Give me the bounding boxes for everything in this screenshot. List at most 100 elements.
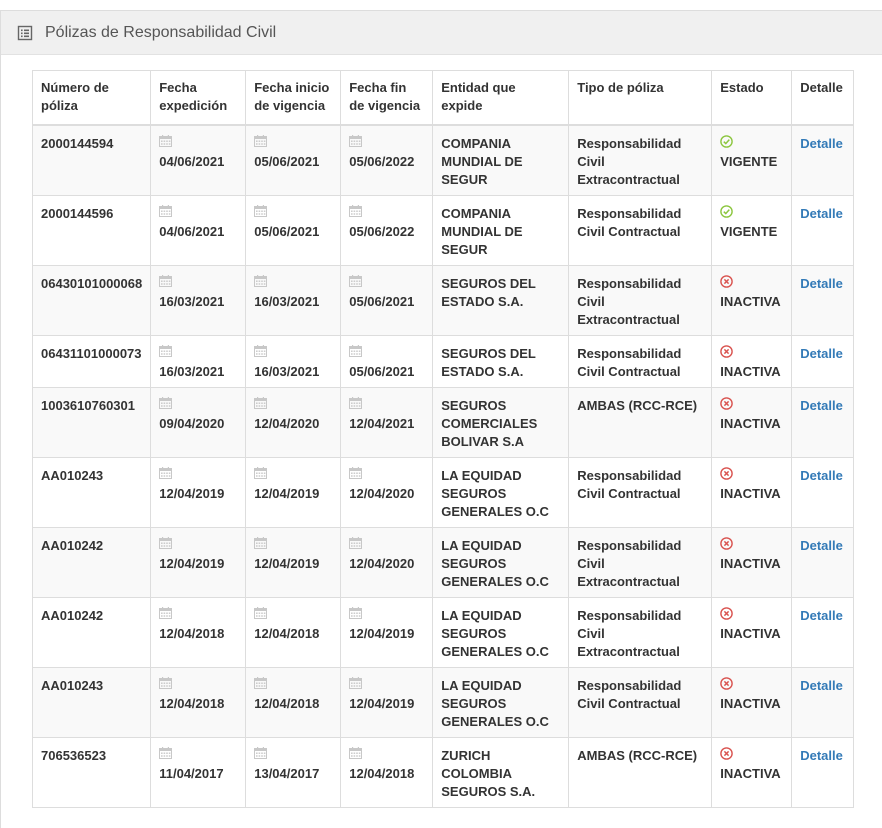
end-date: 12/04/2019: [349, 625, 415, 641]
calendar-icon: [159, 676, 173, 689]
cell-expedicion: 12/04/2019: [150, 526, 247, 598]
polizas-table: Número de póliza Fecha expedición Fecha …: [31, 70, 855, 808]
cell-fin: 12/04/2019: [340, 596, 434, 668]
calendar-icon: [349, 746, 363, 759]
calendar-icon: [254, 676, 268, 689]
detail-link[interactable]: Detalle: [800, 206, 843, 221]
calendar-icon: [159, 274, 173, 287]
calendar-icon: [254, 536, 268, 549]
detail-link[interactable]: Detalle: [800, 468, 843, 483]
end-date: 12/04/2020: [349, 555, 415, 571]
cell-numero: 06430101000068: [31, 264, 152, 336]
issue-date: 04/06/2021: [159, 153, 225, 169]
cell-tipo: Responsabilidad Civil Contractual: [568, 194, 713, 266]
policy-number: AA010243: [41, 467, 104, 483]
header-entidad: Entidad que expide: [432, 70, 570, 126]
cell-expedicion: 04/06/2021: [150, 124, 247, 196]
cell-detalle: Detalle: [791, 456, 855, 528]
cell-numero: 706536523: [31, 736, 152, 808]
status-label: INACTIVA: [720, 625, 781, 641]
detail-link[interactable]: Detalle: [800, 678, 843, 693]
times-circle-icon: [720, 344, 734, 358]
cell-numero: AA010243: [31, 456, 152, 528]
cell-expedicion: 04/06/2021: [150, 194, 247, 266]
issuer-name: SEGUROS DEL ESTADO S.A.: [441, 275, 536, 309]
cell-expedicion: 16/03/2021: [150, 334, 247, 388]
start-date: 12/04/2018: [254, 625, 320, 641]
header-detalle: Detalle: [791, 70, 855, 126]
end-date: 12/04/2019: [349, 695, 415, 711]
calendar-icon: [159, 606, 173, 619]
end-date: 12/04/2020: [349, 485, 415, 501]
calendar-icon: [159, 536, 173, 549]
policy-type: Responsabilidad Civil Contractual: [577, 205, 682, 239]
calendar-icon: [159, 134, 173, 147]
detail-link[interactable]: Detalle: [800, 346, 843, 361]
cell-entidad: LA EQUIDAD SEGUROS GENERALES O.C: [432, 456, 570, 528]
calendar-icon: [254, 466, 268, 479]
cell-detalle: Detalle: [791, 264, 855, 336]
detail-link[interactable]: Detalle: [800, 608, 843, 623]
header-fin: Fecha fin de vigencia: [340, 70, 434, 126]
cell-inicio: 05/06/2021: [245, 124, 342, 196]
cell-expedicion: 12/04/2019: [150, 456, 247, 528]
cell-estado: INACTIVA: [711, 386, 793, 458]
cell-numero: 2000144594: [31, 124, 152, 196]
cell-expedicion: 16/03/2021: [150, 264, 247, 336]
cell-entidad: ZURICH COLOMBIA SEGUROS S.A.: [432, 736, 570, 808]
issuer-name: COMPANIA MUNDIAL DE SEGUR: [441, 205, 523, 257]
cell-inicio: 16/03/2021: [245, 334, 342, 388]
issue-date: 16/03/2021: [159, 293, 225, 309]
start-date: 12/04/2020: [254, 415, 320, 431]
detail-link[interactable]: Detalle: [800, 276, 843, 291]
policy-type: AMBAS (RCC-RCE): [577, 397, 698, 413]
policy-type: Responsabilidad Civil Extracontractual: [577, 135, 682, 187]
cell-fin: 12/04/2021: [340, 386, 434, 458]
calendar-icon: [254, 396, 268, 409]
table-row: 2000144596 04/06/2021 05/06/2021 05/06/2022…: [31, 194, 855, 266]
detail-link[interactable]: Detalle: [800, 398, 843, 413]
cell-fin: 05/06/2022: [340, 194, 434, 266]
cell-fin: 05/06/2022: [340, 124, 434, 196]
calendar-icon: [349, 134, 363, 147]
cell-detalle: Detalle: [791, 736, 855, 808]
status-label: VIGENTE: [720, 153, 778, 169]
detail-link[interactable]: Detalle: [800, 748, 843, 763]
cell-inicio: 12/04/2019: [245, 526, 342, 598]
calendar-icon: [349, 344, 363, 357]
cell-detalle: Detalle: [791, 666, 855, 738]
detail-link[interactable]: Detalle: [800, 136, 843, 151]
cell-tipo: Responsabilidad Civil Extracontractual: [568, 596, 713, 668]
issuer-name: COMPANIA MUNDIAL DE SEGUR: [441, 135, 523, 187]
cell-inicio: 13/04/2017: [245, 736, 342, 808]
cell-estado: INACTIVA: [711, 334, 793, 388]
status-label: INACTIVA: [720, 765, 781, 781]
calendar-icon: [254, 344, 268, 357]
cell-fin: 05/06/2021: [340, 334, 434, 388]
start-date: 05/06/2021: [254, 223, 320, 239]
table-row: AA010242 12/04/2018 12/04/2018 12/04/2019 LA…: [31, 596, 855, 668]
times-circle-icon: [720, 274, 734, 288]
cell-tipo: Responsabilidad Civil Extracontractual: [568, 264, 713, 336]
cell-expedicion: 12/04/2018: [150, 666, 247, 738]
times-circle-icon: [720, 536, 734, 550]
calendar-icon: [159, 396, 173, 409]
cell-inicio: 12/04/2018: [245, 596, 342, 668]
issue-date: 09/04/2020: [159, 415, 225, 431]
detail-link[interactable]: Detalle: [800, 538, 843, 553]
check-circle-icon: [720, 204, 734, 218]
end-date: 12/04/2021: [349, 415, 415, 431]
cell-numero: 1003610760301: [31, 386, 152, 458]
start-date: 16/03/2021: [254, 293, 320, 309]
start-date: 12/04/2018: [254, 695, 320, 711]
cell-numero: 2000144596: [31, 194, 152, 266]
calendar-icon: [349, 676, 363, 689]
cell-detalle: Detalle: [791, 124, 855, 196]
table-row: 706536523 11/04/2017 13/04/2017 12/04/2018 Z…: [31, 736, 855, 808]
start-date: 12/04/2019: [254, 485, 320, 501]
calendar-icon: [254, 274, 268, 287]
end-date: 12/04/2018: [349, 765, 415, 781]
table-row: 2000144594 04/06/2021 05/06/2021 05/06/2022…: [31, 124, 855, 196]
cell-inicio: 12/04/2020: [245, 386, 342, 458]
issue-date: 11/04/2017: [159, 765, 224, 781]
